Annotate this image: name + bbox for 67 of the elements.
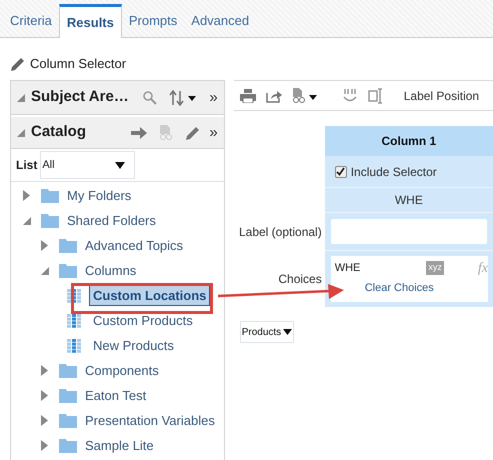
collapse-triangle-icon[interactable] — [17, 128, 25, 136]
document-glasses-icon[interactable] — [292, 88, 320, 104]
column-value: WHE — [324, 188, 493, 213]
column-header: Column 1 — [324, 126, 493, 156]
folder-label[interactable]: Components — [85, 360, 159, 380]
field-label: Label (optional) — [238, 224, 322, 241]
panel-title: Column Selector — [30, 55, 126, 74]
collapse-triangle-icon[interactable] — [41, 266, 49, 274]
folder-label[interactable]: Sample Lite — [85, 436, 154, 456]
tab[interactable]: Criteria — [3, 4, 59, 38]
column-grid-icon — [67, 314, 81, 328]
dropdown-caret-icon — [115, 162, 126, 168]
panel-header-title[interactable]: Catalog — [31, 121, 86, 144]
tab[interactable]: Advanced — [184, 4, 256, 38]
expand-triangle-icon[interactable] — [41, 365, 48, 376]
folder-icon — [59, 238, 77, 252]
checkbox-label: Include Selector — [350, 164, 437, 180]
expand-triangle-icon[interactable] — [23, 190, 30, 201]
expand-panel-icon[interactable]: » — [209, 90, 218, 105]
pencil-icon[interactable] — [185, 124, 202, 140]
column-grid-icon — [67, 288, 81, 302]
pencil-icon — [10, 56, 26, 72]
list-dropdown[interactable]: All — [40, 151, 136, 179]
column-label[interactable]: Custom Products — [89, 310, 197, 332]
folder-icon — [59, 364, 77, 378]
tab[interactable]: Prompts — [122, 4, 184, 38]
collapse-triangle-icon[interactable] — [23, 216, 31, 224]
arrow-right-icon[interactable] — [131, 126, 148, 140]
list-label: List — [16, 157, 38, 174]
expand-triangle-icon[interactable] — [41, 440, 48, 451]
dropdown-caret-icon — [283, 329, 292, 335]
tab[interactable]: Results — [58, 4, 122, 38]
expand-triangle-icon[interactable] — [41, 240, 48, 251]
folder-icon — [59, 388, 77, 402]
export-icon[interactable] — [266, 88, 282, 102]
printer-icon[interactable] — [240, 88, 256, 102]
search-icon[interactable] — [143, 90, 158, 104]
folder-icon — [59, 264, 77, 278]
expand-panel-icon[interactable]: » — [209, 125, 218, 140]
folder-label[interactable]: Shared Folders — [67, 210, 156, 230]
checkbox[interactable] — [334, 166, 347, 178]
column-label[interactable]: Custom Locations — [89, 284, 210, 306]
field-label: Choices — [278, 271, 322, 288]
folder-icon — [41, 214, 59, 228]
folder-label[interactable]: Presentation Variables — [85, 410, 215, 430]
clear-choices-link[interactable]: Clear Choices — [364, 280, 488, 296]
column-icon[interactable] — [368, 88, 384, 104]
column-label[interactable]: New Products — [89, 334, 178, 356]
checkmark-icon — [336, 167, 346, 176]
folder-icon — [59, 414, 77, 428]
folder-label[interactable]: Eaton Test — [85, 386, 146, 406]
collapse-triangle-icon[interactable] — [17, 94, 25, 102]
folder-label[interactable]: Advanced Topics — [85, 236, 184, 256]
panel-header-title[interactable]: Subject Are… — [31, 86, 129, 109]
label-input-field[interactable] — [330, 219, 487, 244]
expand-triangle-icon[interactable] — [41, 390, 48, 401]
choices-box[interactable]: WHE xyz fx Clear Choices — [330, 256, 488, 302]
folder-label[interactable]: My Folders — [67, 186, 132, 206]
choice-value: WHE — [334, 260, 360, 276]
folder-icon — [59, 438, 77, 452]
folder-label[interactable]: Columns — [85, 260, 136, 280]
expand-triangle-icon[interactable] — [41, 415, 48, 426]
label-position-text[interactable]: Label Position — [404, 86, 480, 104]
column-grid-icon — [67, 338, 81, 352]
sort-icon[interactable] — [169, 90, 198, 106]
products-dropdown[interactable]: Products — [240, 321, 294, 343]
folder-icon — [41, 188, 59, 202]
